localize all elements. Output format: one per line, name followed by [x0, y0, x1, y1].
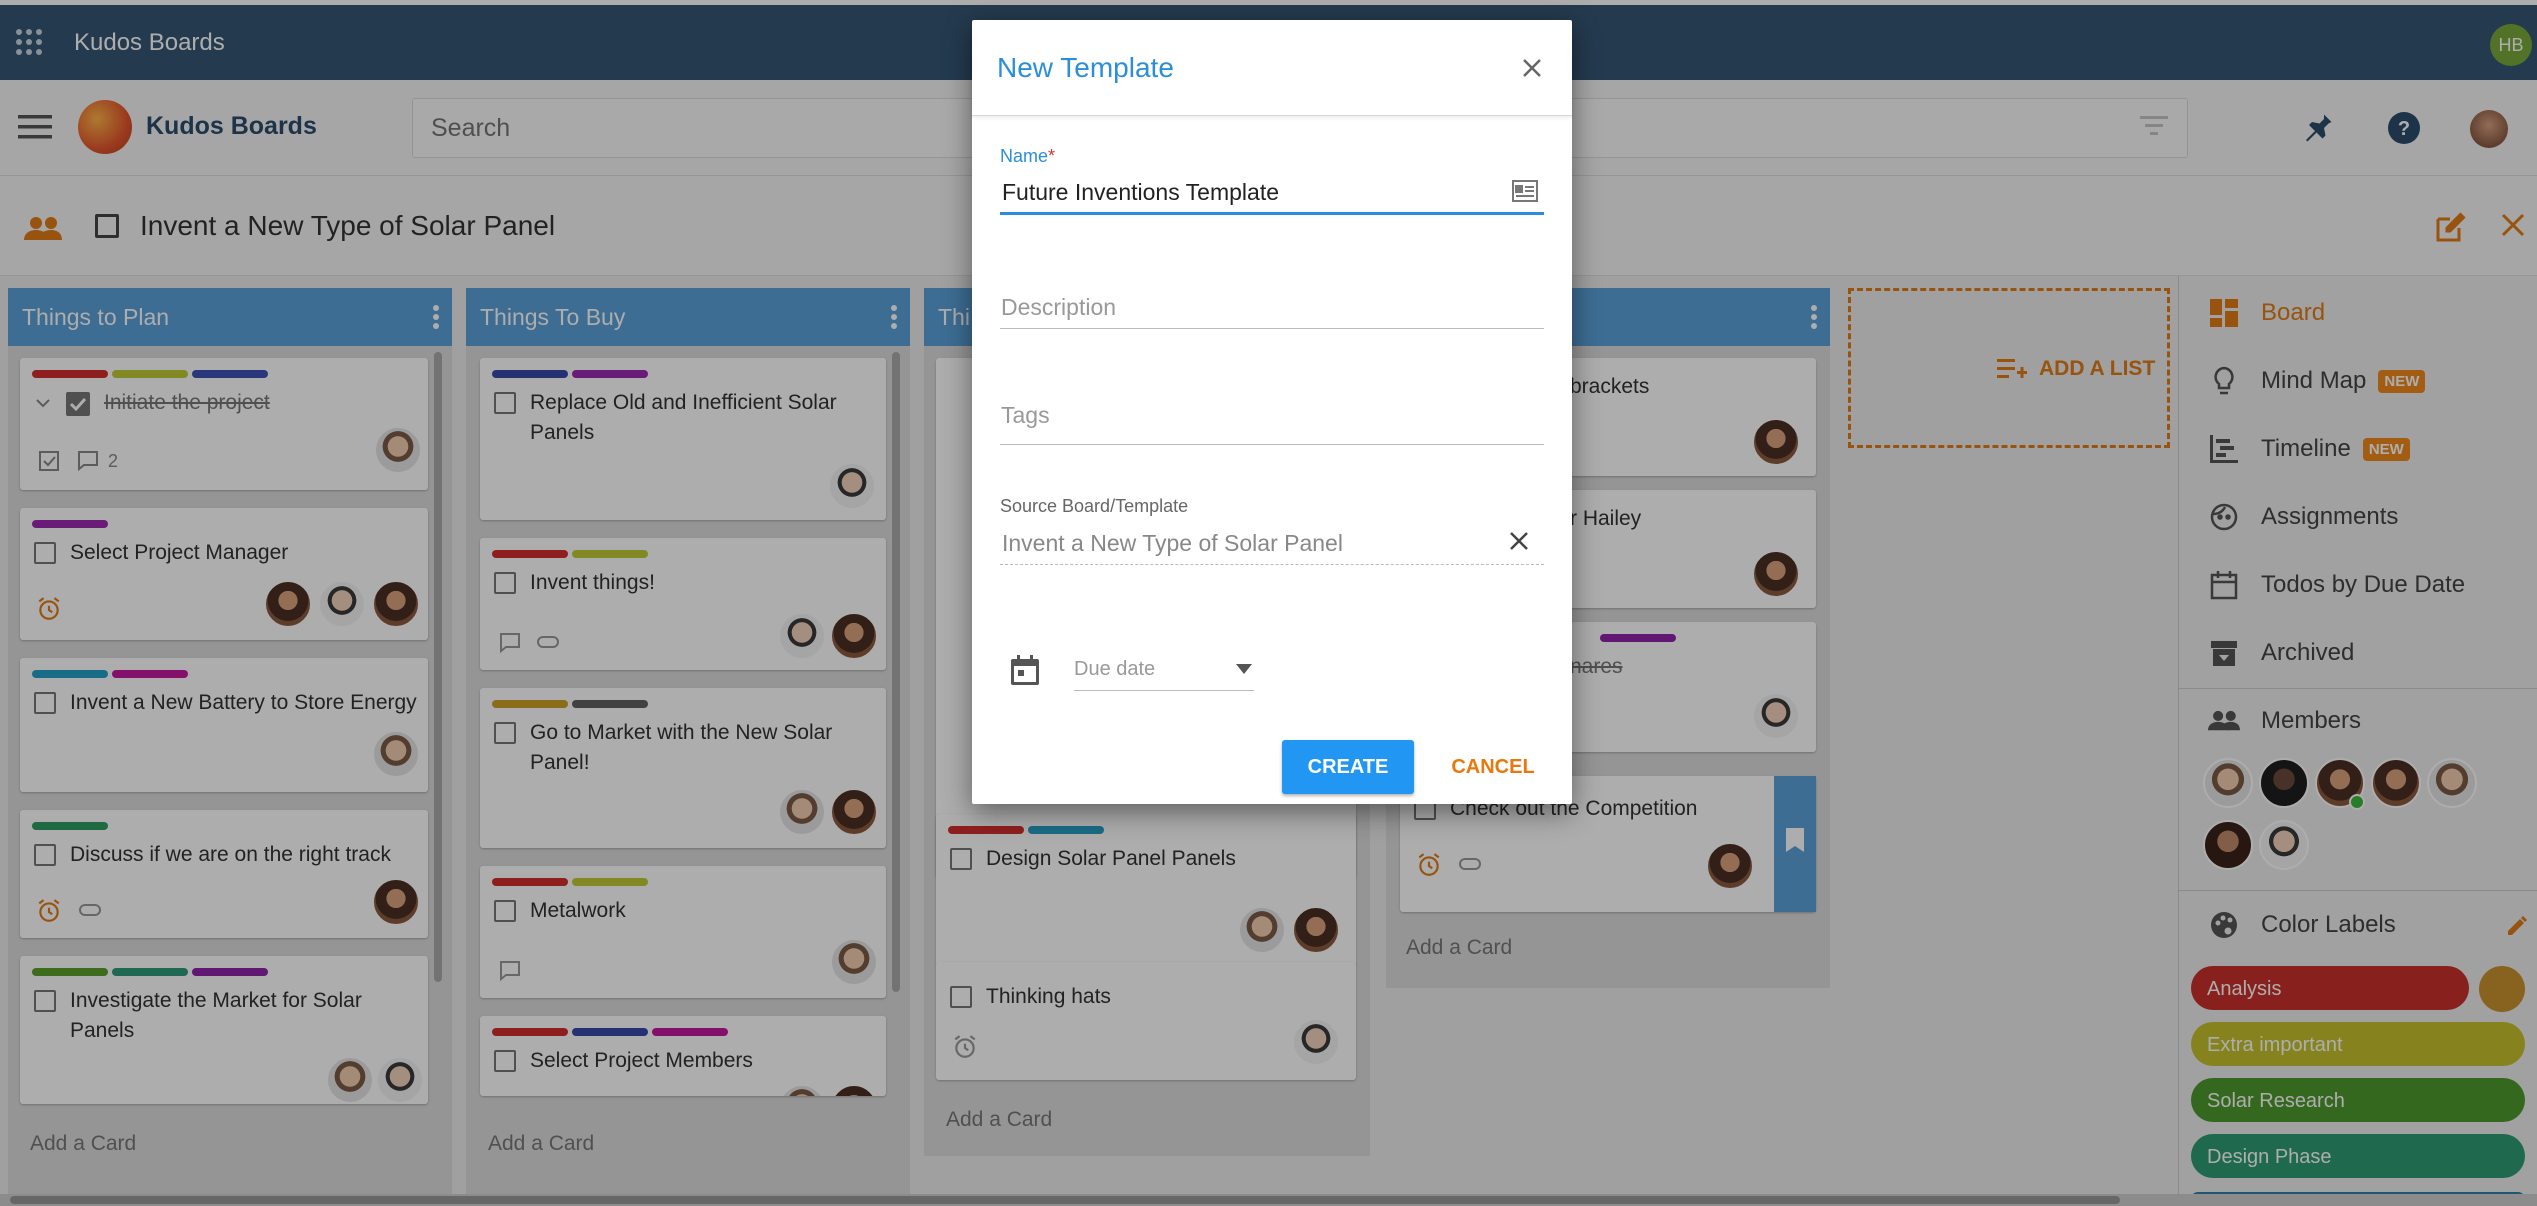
- name-input-underline: [1000, 212, 1544, 215]
- clear-source-icon[interactable]: [1508, 530, 1530, 552]
- due-date-field[interactable]: [1074, 690, 1254, 691]
- close-icon[interactable]: [1522, 58, 1542, 78]
- contact-card-icon[interactable]: [1512, 180, 1538, 202]
- dialog-header: New Template: [972, 20, 1572, 116]
- description-placeholder: Description: [1001, 294, 1117, 320]
- source-field-underline: [1000, 564, 1544, 565]
- due-date-placeholder: Due date: [1074, 658, 1156, 680]
- calendar-icon[interactable]: [1010, 654, 1040, 686]
- tags-field[interactable]: [1000, 444, 1544, 445]
- required-asterisk: *: [1048, 146, 1056, 166]
- source-field-label: Source Board/Template: [1000, 496, 1189, 516]
- create-button[interactable]: CREATE: [1282, 740, 1414, 794]
- name-label-text: Name: [1000, 146, 1049, 166]
- description-field[interactable]: [1000, 328, 1544, 329]
- tags-placeholder: Tags: [1001, 402, 1050, 428]
- source-value: Invent a New Type of Solar Panel: [1002, 530, 1343, 556]
- name-field-label: Name*: [1000, 146, 1055, 167]
- dialog-title: New Template: [997, 52, 1174, 83]
- cancel-button[interactable]: CANCEL: [1434, 740, 1552, 794]
- chevron-down-icon[interactable]: [1236, 664, 1252, 674]
- name-input[interactable]: [1002, 174, 1482, 210]
- new-template-dialog: New Template Name* Description Tags Sour…: [972, 20, 1572, 804]
